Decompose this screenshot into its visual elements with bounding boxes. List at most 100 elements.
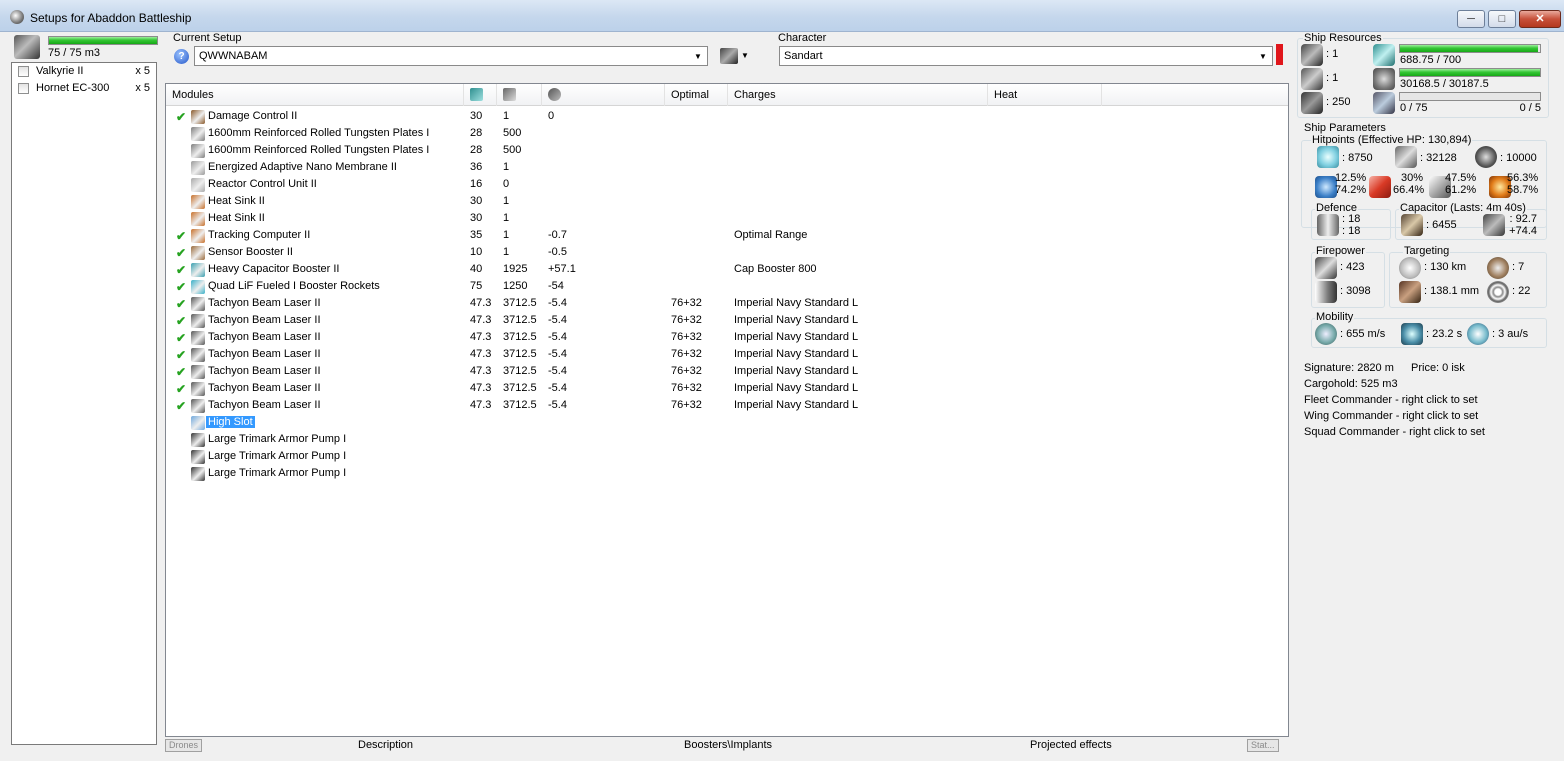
- drone-name: Hornet EC-300: [36, 82, 110, 94]
- column-header-optimal[interactable]: Optimal: [665, 84, 728, 106]
- module-name: 1600mm Reinforced Rolled Tungsten Plates…: [208, 127, 430, 139]
- table-row[interactable]: High Slot: [166, 414, 1288, 431]
- reactor-icon: [191, 178, 205, 192]
- module-cpu: 1: [503, 229, 510, 241]
- table-row[interactable]: ✔ Tachyon Beam Laser II 47.3 3712.5 -5.4 76+3…: [166, 397, 1288, 414]
- list-item[interactable]: Valkyrie II x 5: [12, 63, 156, 80]
- setup-value: QWWNABAM: [199, 50, 268, 62]
- module-powergrid: 36: [470, 161, 483, 173]
- table-row[interactable]: Large Trimark Armor Pump I: [166, 448, 1288, 465]
- column-header-powergrid[interactable]: [464, 84, 497, 106]
- squad-commander-text[interactable]: Squad Commander - right click to set: [1304, 426, 1485, 438]
- character-label: Character: [778, 32, 827, 44]
- mobility-align-time: : 23.2 s: [1426, 328, 1463, 340]
- firepower-volley: : 3098: [1340, 285, 1371, 297]
- module-charge: Imperial Navy Standard L: [734, 382, 859, 394]
- module-powergrid: 30: [470, 195, 483, 207]
- table-row[interactable]: ✔ Tachyon Beam Laser II 47.3 3712.5 -5.4 76+3…: [166, 295, 1288, 312]
- wing-commander-text[interactable]: Wing Commander - right click to set: [1304, 410, 1478, 422]
- maximize-button[interactable]: □: [1488, 10, 1516, 28]
- column-header-charges[interactable]: Charges: [728, 84, 988, 106]
- heat-sink-icon: [191, 195, 205, 209]
- module-powergrid: 47.3: [470, 348, 492, 360]
- dps-icon: [1315, 257, 1337, 279]
- table-row[interactable]: Heat Sink II 30 1: [166, 210, 1288, 227]
- speed-icon: [1315, 323, 1337, 345]
- table-row[interactable]: Energized Adaptive Nano Membrane II 36 1: [166, 159, 1288, 176]
- active-check-icon: ✔: [176, 263, 187, 277]
- column-header-heat[interactable]: Heat: [988, 84, 1102, 106]
- table-row[interactable]: ✔ Tachyon Beam Laser II 47.3 3712.5 -5.4 76+3…: [166, 329, 1288, 346]
- capacitor-rate-1: : 92.7: [1509, 213, 1537, 225]
- module-powergrid: 28: [470, 127, 483, 139]
- character-select[interactable]: Sandart ▼: [779, 46, 1273, 66]
- volley-icon: [1315, 281, 1337, 303]
- modules-list[interactable]: Modules Optimal Charges Heat ✔ Damage Con…: [165, 83, 1289, 737]
- column-header-modules[interactable]: Modules: [166, 84, 464, 106]
- column-header-cpu[interactable]: [497, 84, 542, 106]
- table-row[interactable]: ✔ Tachyon Beam Laser II 47.3 3712.5 -5.4 76+3…: [166, 312, 1288, 329]
- module-capacitor: -5.4: [548, 382, 567, 394]
- module-capacitor: +57.1: [548, 263, 576, 275]
- active-check-icon: ✔: [176, 331, 187, 345]
- drone-checkbox[interactable]: [18, 83, 29, 94]
- table-row[interactable]: Reactor Control Unit II 16 0: [166, 176, 1288, 193]
- sensor-strength: : 22: [1512, 285, 1531, 297]
- module-cpu: 3712.5: [503, 382, 537, 394]
- close-button[interactable]: ✕: [1519, 10, 1561, 28]
- module-optimal: 76+32: [671, 382, 702, 394]
- module-name: 1600mm Reinforced Rolled Tungsten Plates…: [208, 144, 430, 156]
- active-check-icon: ✔: [176, 382, 187, 396]
- table-row[interactable]: ✔ Heavy Capacitor Booster II 40 1925 +57.1 Ca…: [166, 261, 1288, 278]
- table-row[interactable]: ✔ Tachyon Beam Laser II 47.3 3712.5 -5.4 76+3…: [166, 380, 1288, 397]
- ship-tools-icon[interactable]: [720, 48, 738, 64]
- module-powergrid: 30: [470, 212, 483, 224]
- module-capacitor: 0: [548, 110, 555, 122]
- table-row[interactable]: 1600mm Reinforced Rolled Tungsten Plates…: [166, 125, 1288, 142]
- table-row[interactable]: ✔ Tachyon Beam Laser II 47.3 3712.5 -5.4 76+3…: [166, 346, 1288, 363]
- stats-tab-button[interactable]: Stat...: [1247, 739, 1279, 752]
- table-row[interactable]: Large Trimark Armor Pump I: [166, 465, 1288, 482]
- module-capacitor: -54: [548, 280, 564, 292]
- fleet-commander-text[interactable]: Fleet Commander - right click to set: [1304, 394, 1478, 406]
- table-row[interactable]: ✔ Tracking Computer II 35 1 -0.7 Optimal Rang…: [166, 227, 1288, 244]
- module-powergrid: 75: [470, 280, 483, 292]
- module-optimal: 76+32: [671, 331, 702, 343]
- module-powergrid: 35: [470, 229, 483, 241]
- tab-projected-effects[interactable]: Projected effects: [1030, 739, 1112, 751]
- list-item[interactable]: Hornet EC-300 x 5: [12, 80, 156, 97]
- drone-list[interactable]: Valkyrie II x 5 Hornet EC-300 x 5: [11, 62, 157, 745]
- table-row[interactable]: ✔ Tachyon Beam Laser II 47.3 3712.5 -5.4 76+3…: [166, 363, 1288, 380]
- cpu-icon: [503, 88, 516, 101]
- chevron-down-icon[interactable]: ▼: [741, 51, 749, 60]
- cpu-bar: [1399, 68, 1541, 77]
- module-powergrid: 47.3: [470, 314, 492, 326]
- drone-checkbox[interactable]: [18, 66, 29, 77]
- table-row[interactable]: ✔ Damage Control II 30 1 0: [166, 108, 1288, 125]
- column-header-capacitor[interactable]: [542, 84, 665, 106]
- cargohold-text: Cargohold: 525 m3: [1304, 378, 1398, 390]
- tab-description[interactable]: Description: [358, 739, 413, 751]
- laser-icon: [191, 382, 205, 396]
- table-row[interactable]: 1600mm Reinforced Rolled Tungsten Plates…: [166, 142, 1288, 159]
- drones-tab-button[interactable]: Drones: [165, 739, 203, 752]
- armor-plate-icon: [191, 127, 205, 141]
- module-cpu: 3712.5: [503, 348, 537, 360]
- tab-boosters-implants[interactable]: Boosters\Implants: [684, 739, 772, 751]
- table-row[interactable]: Heat Sink II 30 1: [166, 193, 1288, 210]
- hitpoints-title: Hitpoints (Effective HP: 130,894): [1311, 134, 1473, 146]
- module-charge: Optimal Range: [734, 229, 808, 241]
- targeting-title: Targeting: [1403, 245, 1451, 257]
- module-cpu: 500: [503, 127, 522, 139]
- calibration-bar: [1399, 92, 1541, 101]
- rig-icon: [191, 450, 205, 464]
- table-row[interactable]: ✔ Sensor Booster II 10 1 -0.5: [166, 244, 1288, 261]
- setup-select[interactable]: QWWNABAM ▼: [194, 46, 708, 66]
- help-icon[interactable]: ?: [174, 49, 189, 64]
- resist-em-2: 74.2%: [1335, 184, 1367, 196]
- module-cpu: 3712.5: [503, 331, 537, 343]
- table-row[interactable]: ✔ Quad LiF Fueled I Booster Rockets 75 1250…: [166, 278, 1288, 295]
- table-row[interactable]: Large Trimark Armor Pump I: [166, 431, 1288, 448]
- minimize-button[interactable]: ─: [1457, 10, 1485, 28]
- drone-bay-usage: 75 / 75 m3: [48, 47, 100, 59]
